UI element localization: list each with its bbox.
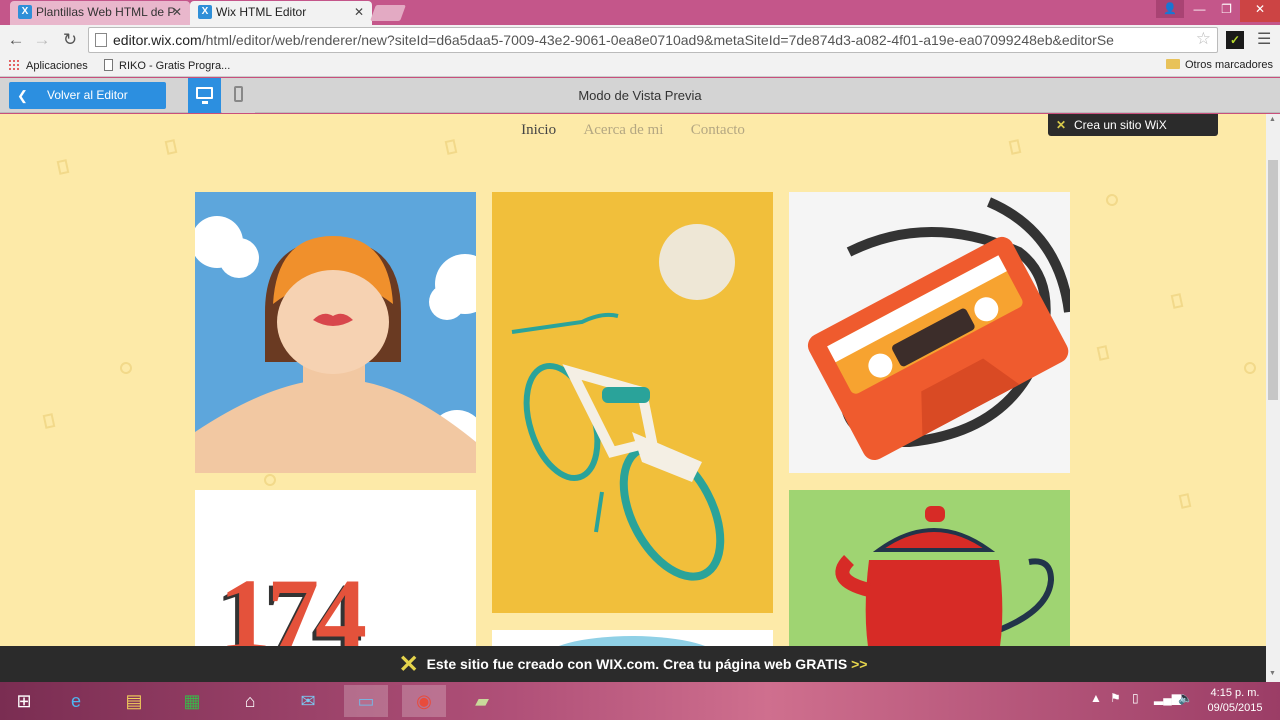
badge-label: Crea un sitio WiX bbox=[1074, 118, 1167, 132]
flag-icon[interactable]: ⚑ bbox=[1110, 691, 1121, 705]
desktop-view-button[interactable] bbox=[188, 78, 221, 113]
decoration-shape bbox=[1104, 192, 1120, 208]
windows-taskbar: ⊞ e ▤ ▦ ⌂ ✉ ▭ ◉ ▰ ▲ ⚑ ▯ ▂▄▆ 🔈 4:15 p. m.… bbox=[0, 682, 1280, 720]
nav-inicio[interactable]: Inicio bbox=[521, 122, 556, 138]
notes-icon[interactable]: ▰ bbox=[460, 685, 504, 717]
decoration-shape bbox=[262, 472, 278, 488]
decoration-shape bbox=[118, 360, 134, 376]
other-bookmarks[interactable]: Otros marcadores bbox=[1166, 59, 1273, 71]
footer-text: Este sitio fue creado con WIX.com. Crea … bbox=[426, 656, 848, 672]
minimize-icon[interactable]: — bbox=[1186, 0, 1213, 22]
page-icon bbox=[95, 33, 107, 47]
tray-expand-icon[interactable]: ▲ bbox=[1090, 691, 1102, 705]
bicycle-illustration bbox=[511, 224, 735, 581]
restore-icon[interactable]: ❐ bbox=[1213, 0, 1240, 22]
footer-arrow: >> bbox=[851, 656, 868, 672]
decoration-shape bbox=[1008, 139, 1022, 155]
cassette-illustration bbox=[807, 197, 1070, 461]
decoration-shape bbox=[1242, 360, 1258, 376]
new-tab-button[interactable] bbox=[370, 5, 406, 21]
wix-logo-icon: ✕ bbox=[1056, 118, 1067, 132]
reload-icon[interactable]: ↻ bbox=[60, 30, 80, 50]
gallery-tile-bicycle[interactable] bbox=[492, 192, 773, 613]
clock-date: 09/05/2015 bbox=[1207, 702, 1263, 714]
phone-icon bbox=[234, 86, 243, 102]
tab-title: Wix HTML Editor bbox=[216, 5, 307, 19]
nav-acerca[interactable]: Acerca de mi bbox=[583, 122, 663, 138]
forward-arrow-icon[interactable]: → bbox=[32, 30, 52, 50]
bookmark-riko[interactable]: RIKO - Gratis Progra... bbox=[104, 59, 230, 72]
decoration-shape bbox=[1178, 493, 1192, 509]
tab-plantillas[interactable]: X Plantillas Web HTML de P ✕ bbox=[10, 1, 190, 25]
bookmark-apps[interactable]: Aplicaciones bbox=[8, 59, 88, 72]
profile-icon[interactable]: 👤 bbox=[1156, 0, 1184, 18]
vertical-scrollbar[interactable]: ▲ ▼ bbox=[1266, 114, 1280, 682]
nav-contacto[interactable]: Contacto bbox=[691, 122, 745, 138]
tab-strip: X Plantillas Web HTML de P ✕ X Wix HTML … bbox=[0, 0, 1280, 25]
bookmark-label: RIKO - Gratis Progra... bbox=[119, 60, 231, 72]
volume-icon[interactable]: 🔈 bbox=[1178, 691, 1193, 705]
mail-icon[interactable]: ✉ bbox=[286, 685, 330, 717]
window-controls: — ❐ ✕ bbox=[1186, 0, 1280, 22]
close-tab-icon[interactable]: ✕ bbox=[172, 1, 182, 23]
store-icon[interactable]: ▦ bbox=[170, 685, 214, 717]
start-windows-icon[interactable]: ⊞ bbox=[2, 685, 46, 717]
decoration-shape bbox=[164, 139, 178, 155]
scroll-up-icon[interactable]: ▲ bbox=[1269, 116, 1276, 123]
back-to-editor-button[interactable]: ❮ Volver al Editor bbox=[9, 82, 166, 109]
portrait-illustration bbox=[195, 216, 476, 473]
wix-favicon-icon: X bbox=[18, 5, 32, 19]
decoration-shape bbox=[444, 139, 458, 155]
decoration-shape bbox=[1096, 345, 1110, 361]
folder-icon bbox=[1166, 59, 1180, 69]
scroll-thumb[interactable] bbox=[1268, 160, 1278, 400]
battery-icon[interactable]: ▯ bbox=[1132, 691, 1139, 705]
home-icon[interactable]: ⌂ bbox=[228, 685, 272, 717]
extension-icon[interactable]: ✓ bbox=[1226, 31, 1244, 49]
tab-title: Plantillas Web HTML de P bbox=[36, 5, 176, 19]
chevron-left-icon: ❮ bbox=[17, 88, 28, 103]
other-bookmarks-label: Otros marcadores bbox=[1185, 59, 1274, 71]
url-path: /html/editor/web/renderer/new?siteId=d6a… bbox=[201, 32, 1114, 48]
decoration-shape bbox=[56, 159, 70, 175]
bookmark-label: Aplicaciones bbox=[26, 60, 88, 72]
browser-toolbar: ← → ↻ editor.wix.com/html/editor/web/ren… bbox=[0, 25, 1280, 55]
network-icon[interactable]: ▂▄▆ bbox=[1154, 691, 1181, 705]
close-tab-icon[interactable]: ✕ bbox=[354, 1, 364, 23]
back-to-editor-label: Volver al Editor bbox=[47, 88, 128, 102]
file-explorer-icon[interactable]: ▤ bbox=[112, 685, 156, 717]
wix-footer-banner[interactable]: ✕ Este sitio fue creado con WIX.com. Cre… bbox=[0, 646, 1266, 682]
wix-favicon-icon: X bbox=[198, 5, 212, 19]
url-text: editor.wix.com/html/editor/web/renderer/… bbox=[113, 32, 1193, 48]
clock-time: 4:15 p. m. bbox=[1210, 687, 1260, 699]
url-host: editor.wix.com bbox=[113, 32, 202, 48]
create-wix-site-badge[interactable]: ✕ Crea un sitio WiX bbox=[1048, 114, 1218, 136]
close-window-icon[interactable]: ✕ bbox=[1240, 0, 1280, 22]
scroll-down-icon[interactable]: ▼ bbox=[1269, 670, 1276, 677]
apps-grid-icon bbox=[8, 59, 20, 71]
gallery-tile-cassette[interactable] bbox=[789, 192, 1070, 473]
bookmarks-bar: Aplicaciones RIKO - Gratis Progra... Otr… bbox=[0, 55, 1280, 77]
remote-desktop-icon[interactable]: ▭ bbox=[344, 685, 388, 717]
page-icon bbox=[104, 59, 113, 71]
internet-explorer-icon[interactable]: e bbox=[54, 685, 98, 717]
monitor-icon bbox=[196, 87, 213, 104]
site-canvas: Inicio Acerca de mi Contacto ✕ Crea un s… bbox=[0, 114, 1266, 682]
decoration-shape bbox=[1170, 293, 1184, 309]
decoration-shape bbox=[42, 413, 56, 429]
address-bar[interactable]: editor.wix.com/html/editor/web/renderer/… bbox=[88, 27, 1218, 53]
mobile-view-button[interactable] bbox=[222, 78, 255, 113]
bookmark-star-icon[interactable]: ☆ bbox=[1196, 29, 1211, 49]
back-arrow-icon[interactable]: ← bbox=[6, 30, 26, 50]
taskbar-clock[interactable]: 4:15 p. m. 09/05/2015 bbox=[1200, 686, 1270, 716]
gallery-tile-portrait[interactable] bbox=[195, 192, 476, 473]
wix-logo-icon: ✕ bbox=[398, 651, 419, 678]
tab-wix-editor[interactable]: X Wix HTML Editor ✕ bbox=[190, 1, 372, 25]
chrome-icon[interactable]: ◉ bbox=[402, 685, 446, 717]
menu-icon[interactable]: ☰ bbox=[1257, 29, 1271, 49]
